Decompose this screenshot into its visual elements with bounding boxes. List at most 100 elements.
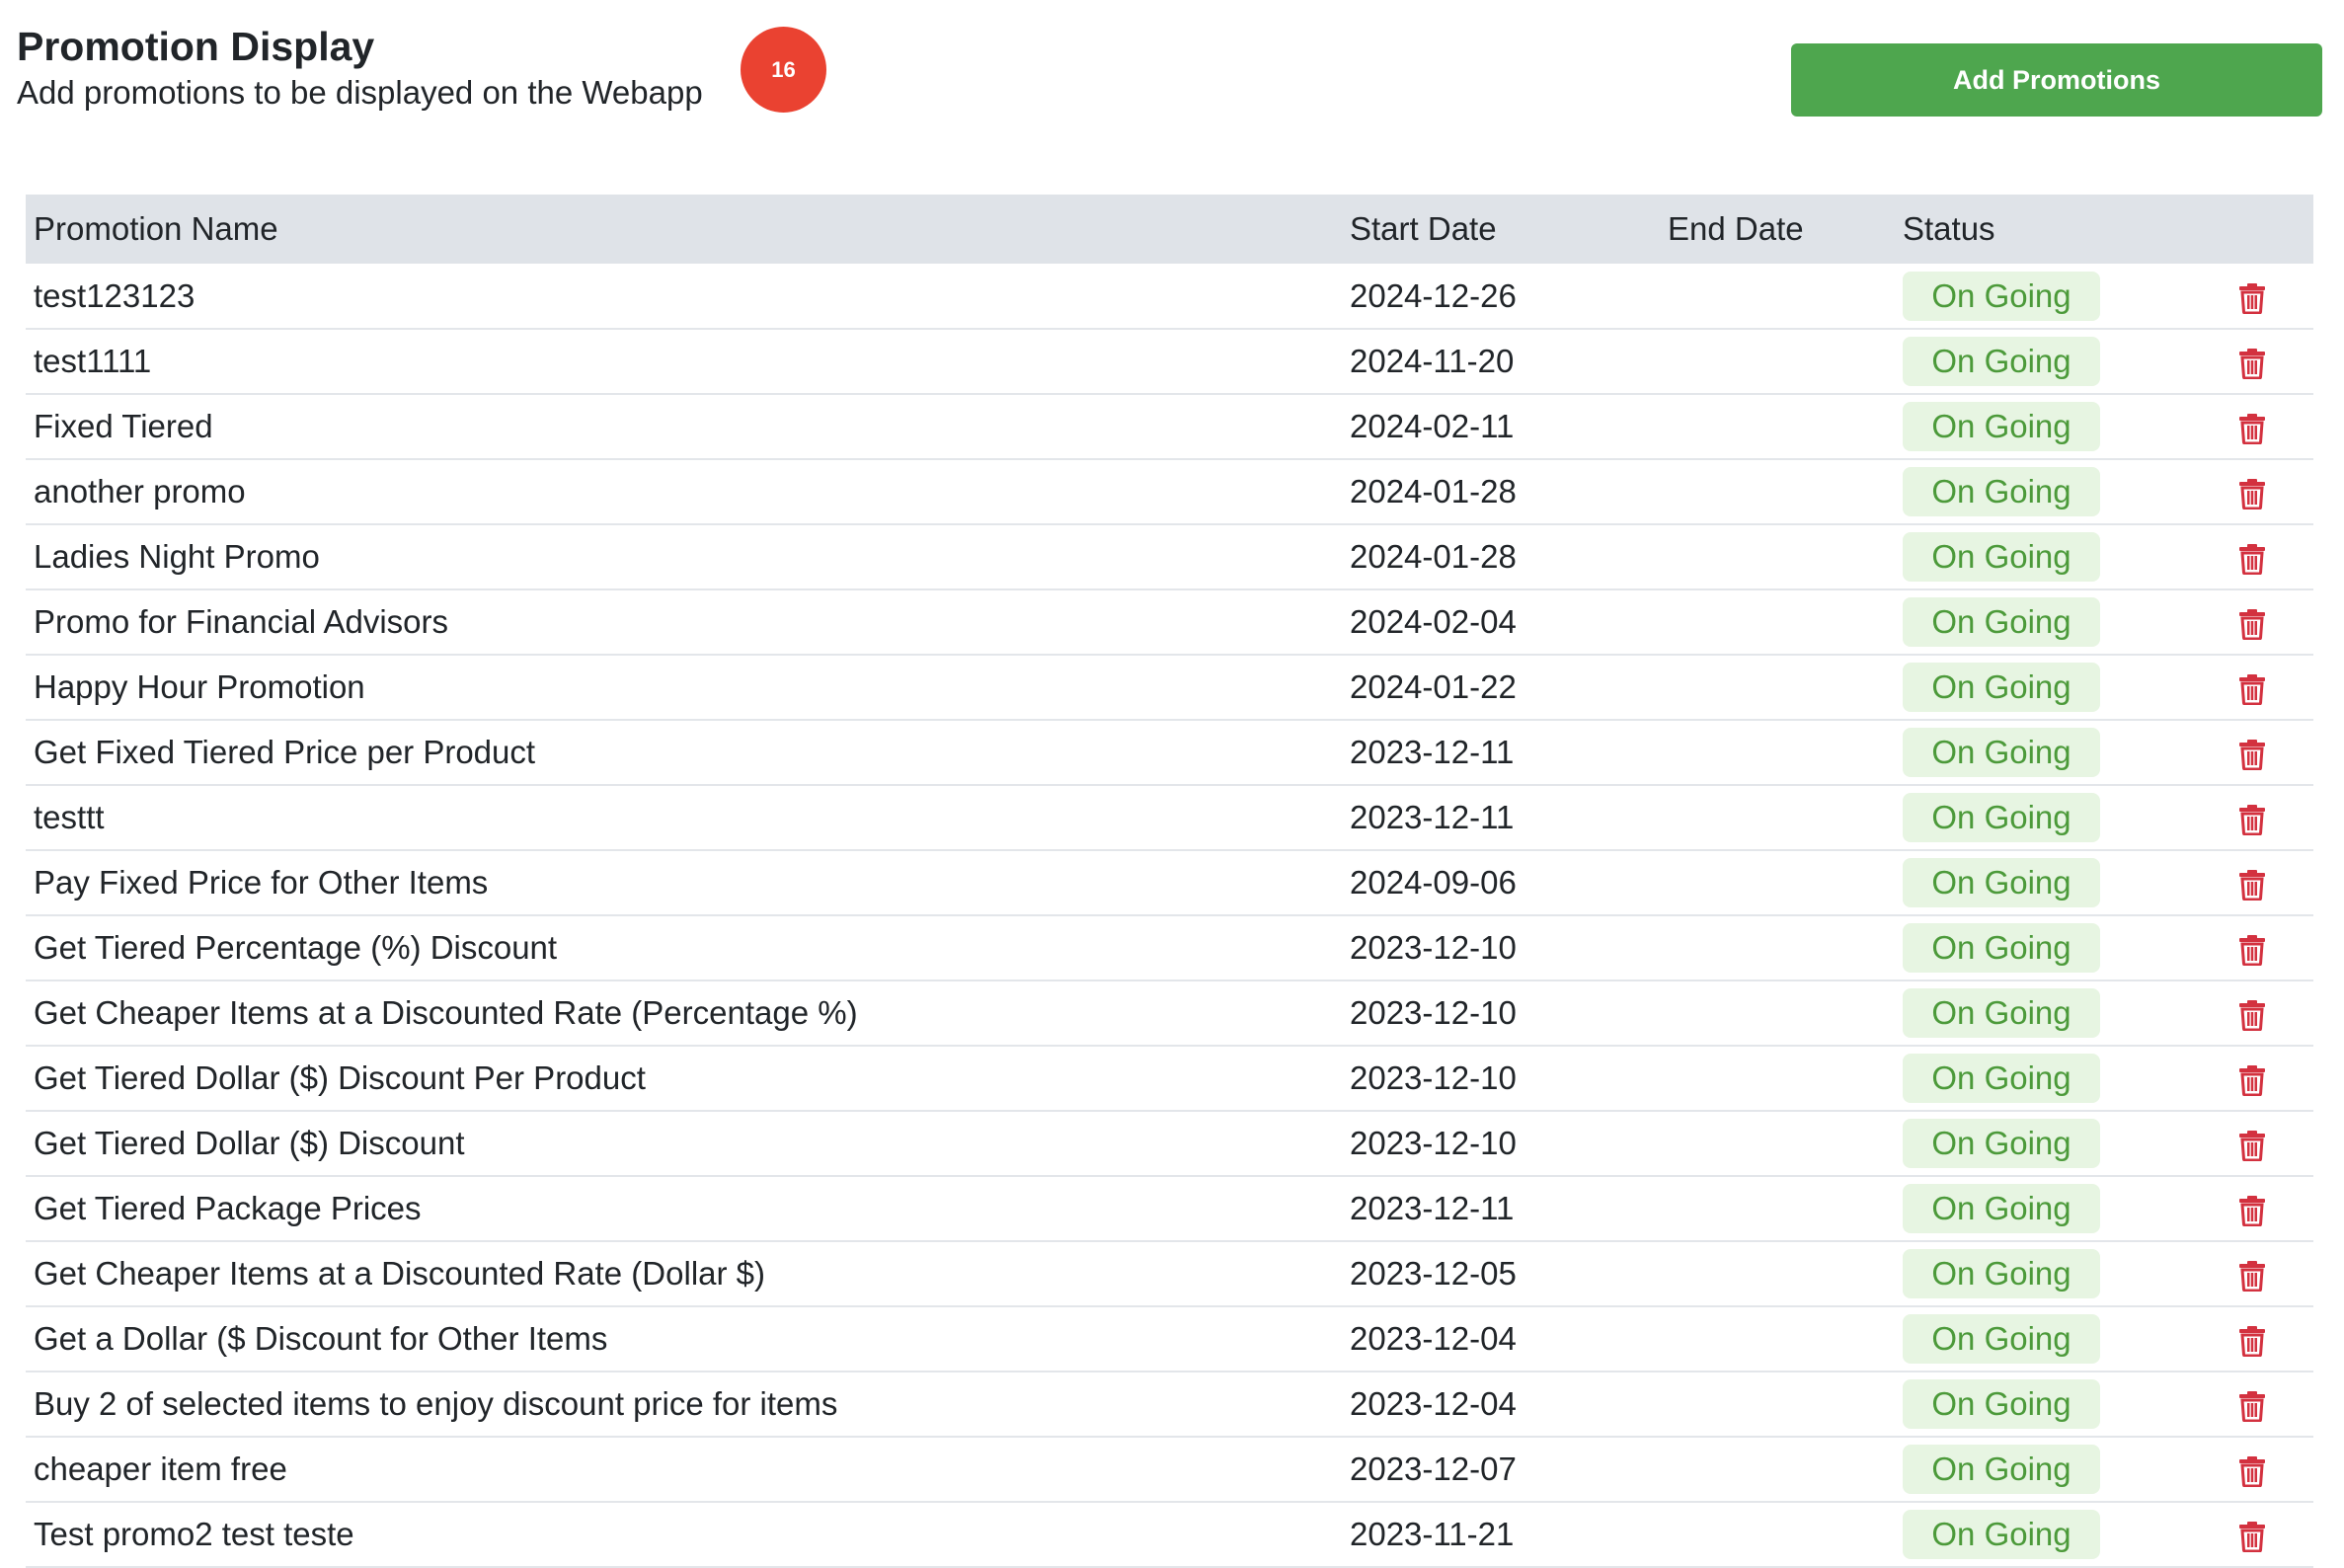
status-badge: On Going <box>1903 1184 2100 1233</box>
end-date-cell <box>1660 655 1895 720</box>
trash-icon[interactable] <box>2238 282 2266 315</box>
start-date-cell: 2024-01-28 <box>1350 473 1517 510</box>
start-date-cell: 2023-12-10 <box>1350 1059 1517 1096</box>
table-row[interactable]: Happy Hour Promotion 2024-01-22 On Going <box>26 655 2313 720</box>
end-date-cell <box>1660 1502 1895 1567</box>
trash-icon[interactable] <box>2238 1195 2266 1227</box>
table-row[interactable]: another promo 2024-01-28 On Going <box>26 459 2313 524</box>
table-row[interactable]: Pay Fixed Price for Other Items 2024-09-0… <box>26 850 2313 915</box>
start-date-cell: 2024-11-20 <box>1350 343 1515 379</box>
status-badge: On Going <box>1903 1249 2100 1298</box>
trash-icon[interactable] <box>2238 1521 2266 1553</box>
status-cell: On Going <box>1895 1502 2191 1567</box>
status-cell: On Going <box>1895 264 2191 329</box>
status-cell: On Going <box>1895 589 2191 655</box>
status-cell: On Going <box>1895 1176 2191 1241</box>
end-date-cell <box>1660 264 1895 329</box>
actions-cell <box>2191 980 2313 1046</box>
column-header-start-date: Start Date <box>1350 210 1497 247</box>
status-cell: On Going <box>1895 655 2191 720</box>
trash-icon[interactable] <box>2238 1325 2266 1358</box>
promotion-name-cell: Promo for Financial Advisors <box>34 603 448 640</box>
promotion-name-cell: Get Tiered Dollar ($) Discount <box>34 1125 465 1161</box>
promotions-table: Promotion Name Start Date End Date Statu… <box>26 195 2313 1568</box>
actions-cell <box>2191 1111 2313 1176</box>
end-date-cell <box>1660 785 1895 850</box>
status-cell: On Going <box>1895 524 2191 589</box>
actions-cell <box>2191 1437 2313 1502</box>
start-date-cell: 2023-12-07 <box>1350 1450 1517 1487</box>
promotion-name-cell: Get Cheaper Items at a Discounted Rate (… <box>34 1255 766 1292</box>
actions-cell <box>2191 1502 2313 1567</box>
trash-icon[interactable] <box>2238 1390 2266 1423</box>
start-date-cell: 2024-12-26 <box>1350 276 1517 314</box>
start-date-cell: 2023-12-11 <box>1350 734 1515 770</box>
trash-icon[interactable] <box>2238 673 2266 706</box>
trash-icon[interactable] <box>2238 348 2266 380</box>
actions-cell <box>2191 524 2313 589</box>
table-row[interactable]: testtt 2023-12-11 On Going <box>26 785 2313 850</box>
table-row[interactable]: Test promo2 test teste 2023-11-21 On Going <box>26 1502 2313 1567</box>
status-cell: On Going <box>1895 1241 2191 1306</box>
end-date-cell <box>1660 915 1895 980</box>
end-date-cell <box>1660 1437 1895 1502</box>
table-row[interactable]: cheaper item free 2023-12-07 On Going <box>26 1437 2313 1502</box>
trash-icon[interactable] <box>2238 1130 2266 1162</box>
table-row[interactable]: Get Cheaper Items at a Discounted Rate (… <box>26 1241 2313 1306</box>
trash-icon[interactable] <box>2238 543 2266 576</box>
table-row[interactable]: Get Tiered Dollar ($) Discount 2023-12-10… <box>26 1111 2313 1176</box>
table-row[interactable]: Get Tiered Package Prices 2023-12-11 On Go… <box>26 1176 2313 1241</box>
status-cell: On Going <box>1895 980 2191 1046</box>
trash-icon[interactable] <box>2238 739 2266 771</box>
end-date-cell <box>1660 1176 1895 1241</box>
add-promotions-button[interactable]: Add Promotions <box>1791 43 2322 117</box>
trash-icon[interactable] <box>2238 478 2266 510</box>
end-date-cell <box>1660 524 1895 589</box>
table-row[interactable]: Buy 2 of selected items to enjoy discoun… <box>26 1372 2313 1437</box>
status-cell: On Going <box>1895 459 2191 524</box>
trash-icon[interactable] <box>2238 869 2266 902</box>
start-date-cell: 2023-12-04 <box>1350 1320 1517 1357</box>
table-row[interactable]: Promo for Financial Advisors 2024-02-04 On… <box>26 589 2313 655</box>
table-row[interactable]: Get Fixed Tiered Price per Product 2023-1… <box>26 720 2313 785</box>
table-row[interactable]: Get Cheaper Items at a Discounted Rate (… <box>26 980 2313 1046</box>
table-row[interactable]: Get a Dollar ($ Discount for Other Items… <box>26 1306 2313 1372</box>
start-date-cell: 2024-01-22 <box>1350 668 1517 705</box>
trash-icon[interactable] <box>2238 1455 2266 1488</box>
end-date-cell <box>1660 850 1895 915</box>
promotion-name-cell: Test promo2 test teste <box>34 1516 354 1552</box>
trash-icon[interactable] <box>2238 934 2266 967</box>
trash-icon[interactable] <box>2238 999 2266 1032</box>
start-date-cell: 2023-12-10 <box>1350 994 1517 1031</box>
end-date-cell <box>1660 980 1895 1046</box>
table-row[interactable]: Get Tiered Dollar ($) Discount Per Produ… <box>26 1046 2313 1111</box>
promotion-name-cell: Get Fixed Tiered Price per Product <box>34 734 536 770</box>
status-cell: On Going <box>1895 1306 2191 1372</box>
status-badge: On Going <box>1903 1379 2100 1429</box>
status-badge: On Going <box>1903 402 2100 451</box>
end-date-cell <box>1660 1046 1895 1111</box>
trash-icon[interactable] <box>2238 804 2266 836</box>
status-cell: On Going <box>1895 850 2191 915</box>
status-cell: On Going <box>1895 915 2191 980</box>
start-date-cell: 2023-12-10 <box>1350 1125 1517 1161</box>
table-row[interactable]: Get Tiered Percentage (%) Discount 2023-1… <box>26 915 2313 980</box>
actions-cell <box>2191 655 2313 720</box>
status-badge: On Going <box>1903 923 2100 973</box>
end-date-cell <box>1660 329 1895 394</box>
promotion-name-cell: cheaper item free <box>34 1450 287 1487</box>
table-row[interactable]: test123123 2024-12-26 On Going <box>26 264 2313 329</box>
trash-icon[interactable] <box>2238 413 2266 445</box>
promotions-table-container: Promotion Name Start Date End Date Statu… <box>26 195 2313 1568</box>
status-badge: On Going <box>1903 1119 2100 1168</box>
page-title: Promotion Display <box>17 24 375 69</box>
end-date-cell <box>1660 720 1895 785</box>
trash-icon[interactable] <box>2238 608 2266 641</box>
trash-icon[interactable] <box>2238 1064 2266 1097</box>
actions-cell <box>2191 915 2313 980</box>
status-badge: On Going <box>1903 467 2100 516</box>
trash-icon[interactable] <box>2238 1260 2266 1293</box>
table-row[interactable]: Fixed Tiered 2024-02-11 On Going <box>26 394 2313 459</box>
table-row[interactable]: Ladies Night Promo 2024-01-28 On Going <box>26 524 2313 589</box>
table-row[interactable]: test1111 2024-11-20 On Going <box>26 329 2313 394</box>
